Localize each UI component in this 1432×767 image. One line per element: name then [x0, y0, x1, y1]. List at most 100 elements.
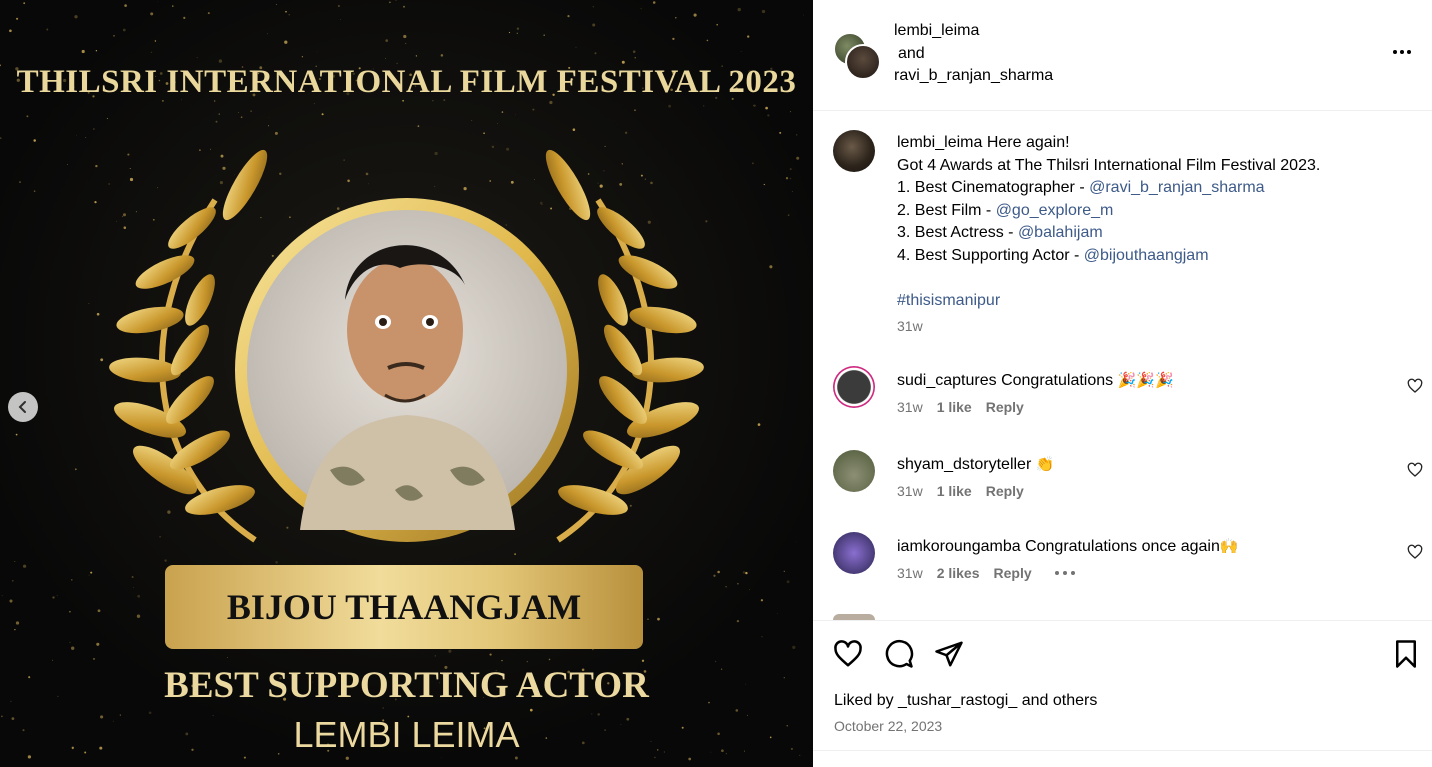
sparkle [12, 580, 14, 582]
comment-username[interactable]: iamkoroungamba [897, 538, 1021, 555]
party-emoji-icon: 🎉🎉🎉 [1117, 372, 1174, 389]
sparkle [403, 5, 405, 8]
sparkle [210, 148, 212, 150]
mention-link[interactable]: @bijouthaangjam [1084, 247, 1209, 264]
sparkle [501, 659, 503, 662]
like-comment-heart-icon[interactable] [1407, 544, 1423, 560]
mention-link[interactable]: @balahijam [1018, 224, 1103, 241]
sparkle [157, 187, 159, 189]
sparkle [624, 131, 628, 134]
sparkle [234, 174, 235, 176]
caption-timestamp[interactable]: 31w [897, 318, 923, 334]
avatar[interactable] [833, 366, 875, 408]
like-comment-heart-icon[interactable] [1407, 462, 1423, 478]
sparkle [15, 621, 20, 625]
sparkle [647, 220, 651, 224]
film-title: LEMBI LEIMA [293, 714, 520, 755]
caption-line: Got 4 Awards at The Thilsri Internationa… [897, 156, 1321, 174]
award-item: 3. Best Actress - @balahijam [897, 224, 1103, 241]
avatar[interactable] [833, 130, 875, 172]
sparkle [152, 218, 155, 221]
sparkle [796, 134, 798, 136]
sparkle [14, 560, 16, 563]
comment-likes[interactable]: 2 likes [937, 565, 980, 581]
comment-likes[interactable]: 1 like [937, 483, 972, 499]
sparkle [133, 587, 135, 588]
heart-icon[interactable] [833, 639, 863, 669]
avatar[interactable] [833, 450, 875, 492]
hashtag-link[interactable]: #thisismanipur [897, 292, 1000, 309]
comment-username[interactable]: sudi_captures [897, 372, 997, 389]
sparkle [52, 659, 54, 661]
like-comment-heart-icon[interactable] [1407, 378, 1423, 394]
sparkle [652, 1, 656, 4]
sparkle [787, 214, 790, 216]
sparkle [706, 39, 709, 42]
comment-time[interactable]: 31w [897, 565, 923, 581]
bookmark-icon[interactable] [1391, 639, 1421, 669]
previous-slide-button[interactable] [8, 392, 38, 422]
sparkle [289, 216, 291, 219]
mention-link[interactable]: @ravi_b_ranjan_sharma [1089, 179, 1264, 196]
sparkle [765, 106, 768, 110]
sparkle [71, 579, 73, 581]
sparkle [16, 17, 19, 20]
comment-username[interactable]: shyam_dstoryteller [897, 456, 1031, 473]
sparkle [88, 574, 90, 576]
sparkle [106, 117, 108, 120]
comment: iamkoroungamba Congratulations once agai… [833, 532, 1423, 592]
sparkle [516, 32, 518, 34]
more-options-button[interactable] [1390, 40, 1414, 64]
avatar[interactable] [845, 44, 881, 80]
liked-by-text: Liked by _tushar_rastogi_ and others [834, 692, 1098, 709]
collab-avatars[interactable] [833, 32, 881, 80]
sparkle [385, 57, 386, 59]
collab-names: lembi_leima and ravi_b_ranjan_sharma [894, 20, 1053, 88]
sparkle [218, 113, 220, 115]
sparkle [285, 10, 287, 13]
sparkle [121, 215, 124, 218]
sparkle [316, 50, 318, 52]
avatar[interactable] [833, 532, 875, 574]
sparkle [301, 56, 304, 58]
reply-button[interactable]: Reply [994, 565, 1032, 581]
liked-by-others[interactable]: others [1053, 692, 1097, 709]
comment-time[interactable]: 31w [897, 483, 923, 499]
header-username-1[interactable]: lembi_leima [894, 20, 1053, 43]
sparkle [150, 51, 153, 54]
liked-by-user[interactable]: _tushar_rastogi_ [898, 692, 1017, 709]
sparkle [268, 125, 270, 127]
header-username-2[interactable]: ravi_b_ranjan_sharma [894, 65, 1053, 88]
sparkle [93, 128, 95, 130]
post-date[interactable]: October 22, 2023 [834, 718, 942, 734]
sparkle [69, 641, 71, 643]
sparkle [313, 103, 315, 105]
comment-more-icon[interactable] [1054, 568, 1076, 578]
sparkle [789, 177, 792, 180]
sparkle [745, 571, 748, 575]
mention-link[interactable]: @go_explore_m [996, 202, 1114, 219]
sparkle [501, 111, 504, 113]
share-icon[interactable] [934, 639, 964, 669]
poster-artwork [0, 0, 813, 767]
sparkle [347, 179, 350, 183]
reply-button[interactable]: Reply [986, 399, 1024, 415]
comment-likes[interactable]: 1 like [937, 399, 972, 415]
sparkle [15, 433, 18, 436]
post-media[interactable]: THILSRI INTERNATIONAL FILM FESTIVAL 2023… [0, 0, 813, 767]
sparkle [534, 179, 535, 181]
comment-icon[interactable] [884, 639, 914, 669]
sparkle [122, 213, 127, 217]
sparkle [543, 34, 545, 36]
sparkle [183, 16, 186, 19]
comment: sudi_captures Congratulations 🎉🎉🎉 31w 1 … [833, 366, 1423, 426]
comment-time[interactable]: 31w [897, 399, 923, 415]
reply-button[interactable]: Reply [986, 483, 1024, 499]
sparkle [23, 2, 26, 5]
sparkle [742, 571, 746, 574]
sparkle [85, 137, 87, 138]
sparkle [389, 1, 391, 4]
sparkle [714, 660, 717, 663]
caption-username[interactable]: lembi_leima [897, 134, 982, 151]
sparkle [440, 54, 444, 57]
